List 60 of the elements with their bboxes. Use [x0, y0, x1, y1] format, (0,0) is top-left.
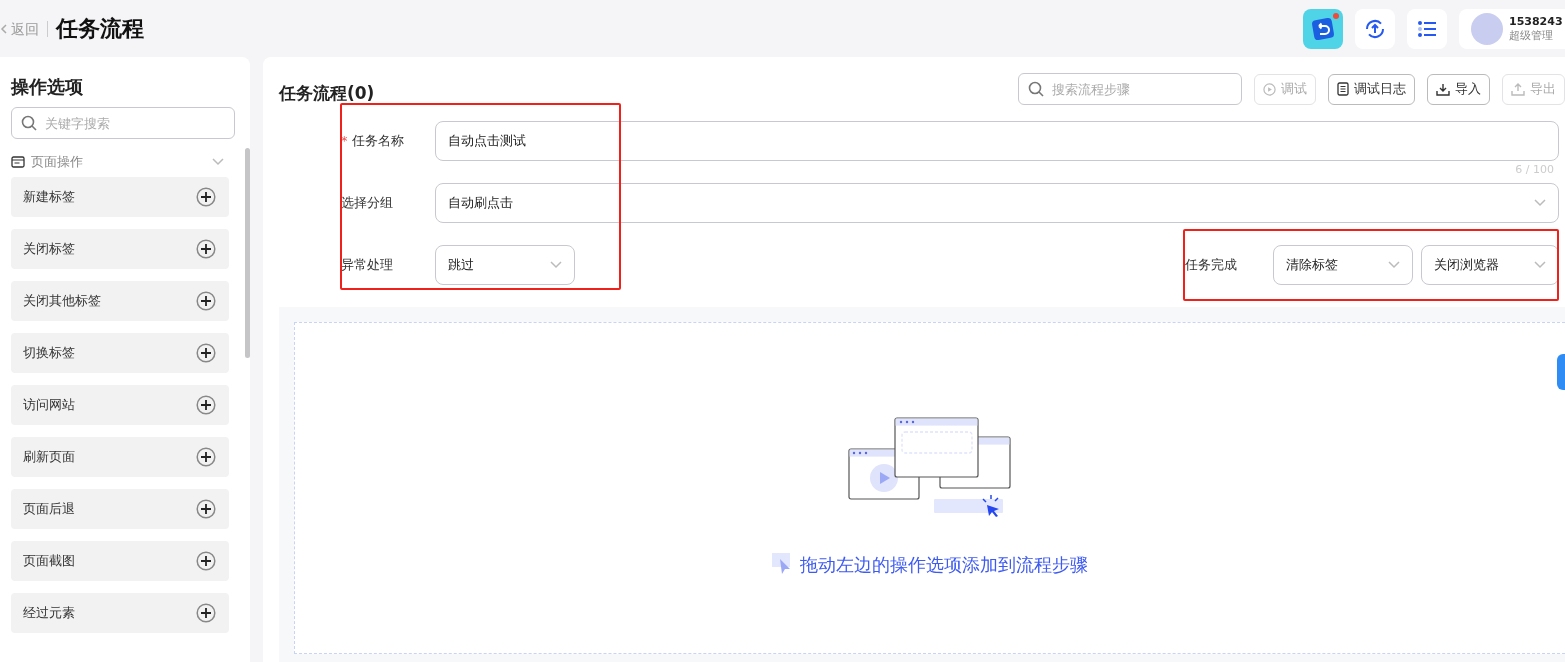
field-label: 选择分组	[341, 194, 394, 212]
app-logo-button[interactable]	[1303, 8, 1343, 49]
operation-item[interactable]: 访问网站	[11, 385, 229, 425]
operation-item[interactable]: 经过元素	[11, 593, 229, 633]
list-button[interactable]	[1407, 8, 1447, 49]
operation-item[interactable]: 新建标签	[11, 177, 229, 217]
chevron-down-icon	[1534, 199, 1546, 207]
add-circle-icon[interactable]	[196, 603, 216, 623]
sidebar-title: 操作选项	[11, 75, 84, 99]
document-icon	[1337, 82, 1349, 96]
chevron-down-icon	[1534, 261, 1546, 269]
user-card[interactable]: 1538243 超级管理	[1459, 8, 1565, 49]
avatar	[1471, 12, 1503, 45]
operation-item[interactable]: 刷新页面	[11, 437, 229, 477]
toolbar-button[interactable]: 调试日志	[1328, 73, 1415, 105]
user-name: 1538243	[1509, 14, 1563, 28]
operation-item[interactable]: 页面截图	[11, 541, 229, 581]
add-circle-icon[interactable]	[196, 447, 216, 467]
window-icon	[11, 156, 25, 168]
chevron-left-icon	[0, 23, 7, 34]
finish-action-select[interactable]: 清除标签	[1273, 245, 1413, 285]
add-circle-icon[interactable]	[196, 499, 216, 519]
chevron-down-icon	[550, 261, 562, 269]
chevron-down-icon	[212, 158, 224, 166]
group-select[interactable]: 自动刷点击	[435, 183, 1559, 223]
operation-item[interactable]: 关闭标签	[11, 229, 229, 269]
field-label: 异常处理	[341, 256, 394, 274]
add-circle-icon[interactable]	[196, 239, 216, 259]
page-title: 任务流程	[56, 14, 144, 43]
drop-zone[interactable]: 拖动左边的操作选项添加到流程步骤	[294, 322, 1565, 654]
keyword-search-field[interactable]: 关键字搜索	[11, 107, 235, 139]
chevron-down-icon	[1388, 261, 1400, 269]
toolbar-button[interactable]: 导入	[1427, 73, 1490, 105]
scrollbar[interactable]	[245, 148, 250, 358]
group-header[interactable]: 页面操作	[11, 153, 224, 171]
add-circle-icon[interactable]	[196, 291, 216, 311]
field-label: 任务完成	[1185, 256, 1238, 274]
undo-badge-icon	[1311, 16, 1335, 41]
operation-item[interactable]: 切换标签	[11, 333, 229, 373]
add-circle-icon[interactable]	[196, 551, 216, 571]
upload-icon	[1511, 82, 1525, 96]
search-icon	[1028, 81, 1044, 97]
side-handle[interactable]	[1557, 354, 1565, 390]
add-circle-icon[interactable]	[196, 395, 216, 415]
sync-upload-icon	[1364, 17, 1386, 40]
play-circle-icon	[1263, 82, 1276, 96]
download-icon	[1436, 82, 1450, 96]
step-search-field[interactable]: 搜索流程步骤	[1018, 73, 1242, 105]
search-icon	[21, 115, 37, 131]
sync-upload-button[interactable]	[1355, 8, 1395, 49]
user-role: 超级管理	[1509, 27, 1554, 43]
list-icon	[1417, 19, 1437, 38]
add-circle-icon[interactable]	[196, 187, 216, 207]
add-circle-icon[interactable]	[196, 343, 216, 363]
operation-item[interactable]: 页面后退	[11, 489, 229, 529]
field-label: * 任务名称	[341, 132, 405, 150]
operation-item[interactable]: 关闭其他标签	[11, 281, 229, 321]
empty-hint: 拖动左边的操作选项添加到流程步骤	[800, 553, 1088, 577]
error-handling-select[interactable]: 跳过	[435, 245, 575, 285]
section-title: 任务流程(0)	[279, 81, 375, 105]
